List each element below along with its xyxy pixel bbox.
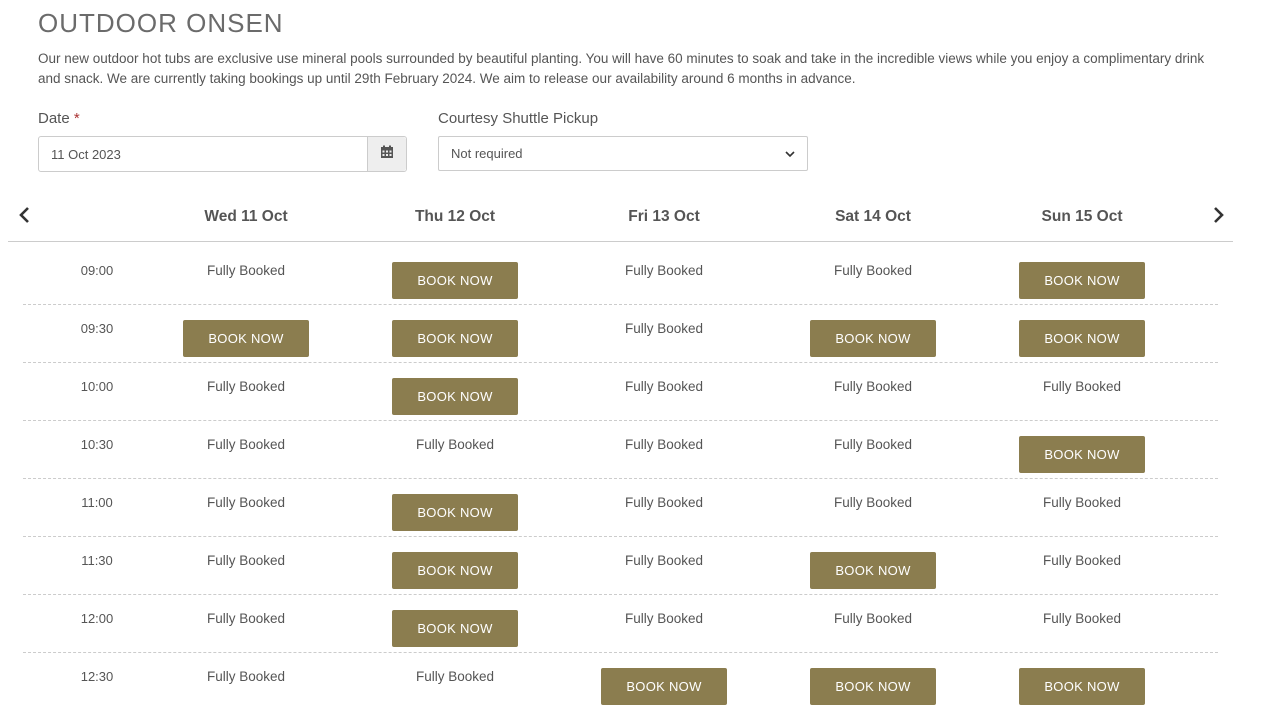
- book-now-button[interactable]: BOOK NOW: [392, 494, 518, 531]
- fully-booked-label: Fully Booked: [833, 263, 913, 278]
- fully-booked-label: Fully Booked: [1042, 553, 1122, 568]
- slot-time: 10:30: [80, 437, 114, 452]
- time-slot-row: 10:00 Fully Booked BOOK NOW Fully Booked Ful…: [23, 363, 1218, 421]
- header-divider: [8, 241, 1233, 242]
- shuttle-selected-value: Not required: [451, 146, 523, 161]
- book-now-button[interactable]: BOOK NOW: [392, 610, 518, 647]
- day-header: Sun 15 Oct: [1041, 208, 1123, 225]
- fully-booked-label: Fully Booked: [1042, 379, 1122, 394]
- fully-booked-label: Fully Booked: [1042, 495, 1122, 510]
- chevron-down-icon: [785, 146, 795, 161]
- slot-time: 09:00: [80, 263, 114, 278]
- book-now-button[interactable]: BOOK NOW: [1019, 668, 1145, 705]
- date-input[interactable]: [39, 137, 367, 171]
- fully-booked-label: Fully Booked: [206, 553, 286, 568]
- slot-time: 11:00: [81, 495, 113, 510]
- fully-booked-label: Fully Booked: [624, 321, 704, 336]
- book-now-button[interactable]: BOOK NOW: [1019, 320, 1145, 357]
- fully-booked-label: Fully Booked: [833, 379, 913, 394]
- fully-booked-label: Fully Booked: [624, 495, 704, 510]
- slot-time: 11:30: [81, 553, 113, 568]
- day-header: Thu 12 Oct: [414, 208, 496, 225]
- chevron-left-icon: [18, 206, 30, 229]
- book-now-button[interactable]: BOOK NOW: [392, 552, 518, 589]
- time-slot-row: 09:00 Fully Booked BOOK NOW Fully Booked Ful…: [23, 247, 1218, 305]
- slot-time: 12:30: [80, 669, 114, 684]
- calendar-button[interactable]: [367, 137, 406, 171]
- page-title: OUTDOOR ONSEN: [38, 8, 284, 38]
- book-now-button[interactable]: BOOK NOW: [1019, 262, 1145, 299]
- fully-booked-label: Fully Booked: [833, 495, 913, 510]
- slot-time: 12:00: [80, 611, 114, 626]
- book-now-button[interactable]: BOOK NOW: [183, 320, 309, 357]
- fully-booked-label: Fully Booked: [624, 379, 704, 394]
- time-slot-row: 09:30 BOOK NOW BOOK NOW Fully Booked BOOK NO…: [23, 305, 1218, 363]
- fully-booked-label: Fully Booked: [206, 379, 286, 394]
- slot-time: 10:00: [80, 379, 114, 394]
- time-slot-row: 11:30 Fully Booked BOOK NOW Fully Booked BOO…: [23, 537, 1218, 595]
- fully-booked-label: Fully Booked: [624, 263, 704, 278]
- shuttle-select[interactable]: Not required: [438, 136, 808, 171]
- fully-booked-label: Fully Booked: [624, 437, 704, 452]
- fully-booked-label: Fully Booked: [206, 437, 286, 452]
- date-label-text: Date: [38, 110, 70, 127]
- time-slot-row: 12:00 Fully Booked BOOK NOW Fully Booked Ful…: [23, 595, 1218, 653]
- day-header: Sat 14 Oct: [835, 208, 911, 225]
- book-now-button[interactable]: BOOK NOW: [601, 668, 727, 705]
- calendar-icon: [380, 145, 394, 164]
- fully-booked-label: Fully Booked: [206, 263, 286, 278]
- fully-booked-label: Fully Booked: [206, 495, 286, 510]
- book-now-button[interactable]: BOOK NOW: [392, 378, 518, 415]
- page-description: Our new outdoor hot tubs are exclusive u…: [38, 51, 1205, 86]
- required-marker: *: [73, 110, 80, 127]
- time-slot-row: 10:30 Fully Booked Fully Booked Fully Booke…: [23, 421, 1218, 479]
- book-now-button[interactable]: BOOK NOW: [810, 320, 936, 357]
- prev-week-button[interactable]: [14, 206, 34, 228]
- day-header: Wed 11 Oct: [204, 208, 288, 225]
- date-picker: [38, 136, 407, 172]
- fully-booked-label: Fully Booked: [206, 669, 286, 684]
- fully-booked-label: Fully Booked: [833, 437, 913, 452]
- fully-booked-label: Fully Booked: [1042, 611, 1122, 626]
- day-header: Fri 13 Oct: [628, 208, 700, 225]
- fully-booked-label: Fully Booked: [415, 437, 495, 452]
- book-now-button[interactable]: BOOK NOW: [1019, 436, 1145, 473]
- book-now-button[interactable]: BOOK NOW: [810, 668, 936, 705]
- chevron-right-icon: [1213, 206, 1225, 229]
- slot-time: 09:30: [80, 321, 114, 336]
- fully-booked-label: Fully Booked: [624, 611, 704, 626]
- book-now-button[interactable]: BOOK NOW: [392, 262, 518, 299]
- shuttle-label: Courtesy Shuttle Pickup: [438, 110, 599, 127]
- next-week-button[interactable]: [1209, 206, 1229, 228]
- fully-booked-label: Fully Booked: [624, 553, 704, 568]
- fully-booked-label: Fully Booked: [415, 669, 495, 684]
- date-label: Date *: [38, 110, 80, 127]
- fully-booked-label: Fully Booked: [206, 611, 286, 626]
- fully-booked-label: Fully Booked: [833, 611, 913, 626]
- book-now-button[interactable]: BOOK NOW: [810, 552, 936, 589]
- time-slot-row: 12:30 Fully Booked Fully Booked BOOK NOW BOO…: [23, 653, 1218, 711]
- time-slot-row: 11:00 Fully Booked BOOK NOW Fully Booked Ful…: [23, 479, 1218, 537]
- book-now-button[interactable]: BOOK NOW: [392, 320, 518, 357]
